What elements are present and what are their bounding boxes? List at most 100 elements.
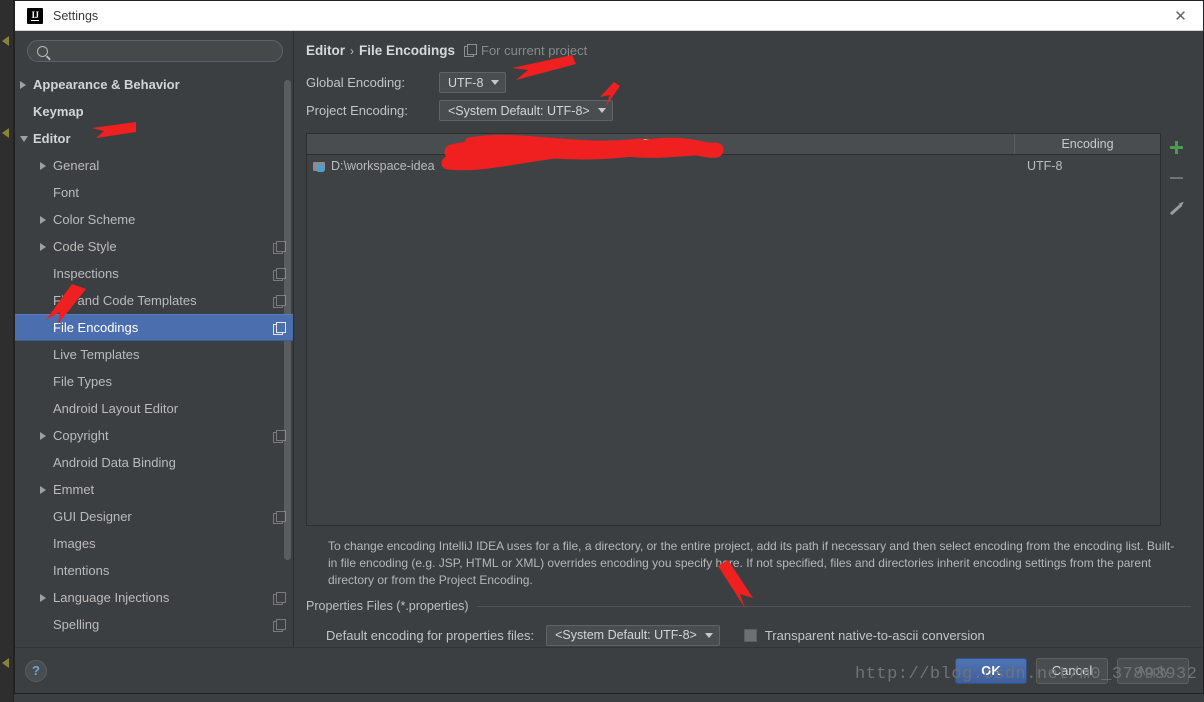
copy-settings-icon	[273, 591, 286, 605]
search-icon	[37, 45, 48, 57]
properties-files-group: Properties Files (*.properties) Default …	[306, 595, 1191, 647]
edit-path-button[interactable]	[1165, 198, 1187, 220]
sidebar-item-file-encodings[interactable]: File Encodings	[15, 314, 293, 341]
sidebar-item-inspections[interactable]: Inspections	[15, 260, 293, 287]
properties-group-legend: Properties Files (*.properties)	[306, 599, 1191, 613]
folder-module-icon	[313, 161, 326, 172]
search-box[interactable]	[27, 40, 283, 62]
table-body: D:\workspace-idea UTF-8	[307, 155, 1160, 525]
default-properties-encoding-row: Default encoding for properties files: <…	[306, 623, 1191, 647]
project-encoding-row: Project Encoding: <System Default: UTF-8…	[306, 98, 1191, 123]
chevron-right-icon[interactable]	[40, 431, 46, 440]
sidebar-item-general[interactable]: General	[15, 152, 293, 179]
search-input[interactable]	[54, 43, 273, 59]
chevron-right-icon[interactable]	[40, 161, 46, 170]
global-encoding-label: Global Encoding:	[306, 75, 406, 90]
apply-button[interactable]: Apply	[1117, 657, 1189, 684]
chevron-down-icon[interactable]	[20, 135, 28, 142]
encoding-settings-rows: Global Encoding: UTF-8 Project Encoding:…	[306, 70, 1191, 126]
global-encoding-dropdown[interactable]: UTF-8	[439, 72, 507, 93]
copy-settings-icon	[273, 429, 286, 443]
help-button[interactable]: ?	[25, 659, 47, 682]
sidebar-item-file-types[interactable]: File Types	[15, 368, 293, 395]
sidebar-item-label: File and Code Templates	[53, 293, 197, 308]
chevron-right-icon[interactable]	[40, 593, 46, 602]
path-encoding-table-area: Path Encoding D:\workspace-idea UTF-8	[306, 133, 1191, 526]
sidebar-item-spelling[interactable]: Spelling	[15, 611, 293, 638]
sort-ascending-icon	[672, 142, 679, 146]
dialog-body: Appearance & Behavior Keymap Editor General…	[15, 31, 1203, 647]
intellij-idea-logo-icon: IJ	[27, 7, 43, 24]
chevron-right-icon[interactable]	[40, 242, 46, 251]
sidebar-item-label: Images	[53, 536, 96, 551]
default-properties-encoding-value: <System Default: UTF-8>	[555, 628, 697, 642]
sidebar-item-language-injections[interactable]: Language Injections	[15, 584, 293, 611]
column-header-encoding[interactable]: Encoding	[1015, 134, 1160, 154]
sidebar-item-label: Language Injections	[53, 590, 170, 605]
sidebar-item-intentions[interactable]: Intentions	[15, 557, 293, 584]
default-properties-encoding-dropdown[interactable]: <System Default: UTF-8>	[546, 624, 720, 646]
sidebar-item-label: Android Layout Editor	[53, 401, 179, 416]
sidebar-item-label: Editor	[33, 131, 71, 146]
column-header-path-label: Path	[642, 137, 669, 151]
breadcrumb-root[interactable]: Editor	[306, 43, 345, 58]
pencil-icon	[1169, 203, 1183, 215]
default-properties-encoding-label: Default encoding for properties files:	[326, 627, 535, 643]
sidebar-item-appearance-behavior[interactable]: Appearance & Behavior	[15, 71, 293, 98]
dialog-title: Settings	[53, 8, 99, 23]
sidebar-item-label: Code Style	[53, 239, 117, 254]
sidebar-item-label: File Types	[53, 374, 113, 389]
sidebar-item-label: Intentions	[53, 563, 110, 578]
sidebar-item-file-and-code-templates[interactable]: File and Code Templates	[15, 287, 293, 314]
breadcrumb-separator: ›	[350, 43, 354, 58]
chevron-right-icon[interactable]	[40, 485, 46, 494]
project-encoding-dropdown[interactable]: <System Default: UTF-8>	[439, 100, 613, 121]
close-icon[interactable]: ✕	[1158, 1, 1203, 31]
settings-dialog: IJ Settings ✕ Appearance & Behavior Keyma…	[14, 0, 1204, 694]
transparent-conversion-checkbox[interactable]	[743, 628, 757, 642]
sidebar-item-images[interactable]: Images	[15, 530, 293, 557]
dialog-footer: ? OK Cancel Apply	[15, 647, 1203, 693]
sidebar-item-keymap[interactable]: Keymap	[15, 98, 293, 125]
sidebar-item-code-style[interactable]: Code Style	[15, 233, 293, 260]
sidebar-item-android-data-binding[interactable]: Android Data Binding	[15, 449, 293, 476]
sidebar-item-font[interactable]: Font	[15, 179, 293, 206]
sidebar-item-color-scheme[interactable]: Color Scheme	[15, 206, 293, 233]
sidebar-item-editor[interactable]: Editor	[15, 125, 293, 152]
gutter-marker-icon	[2, 36, 9, 46]
settings-tree: Appearance & Behavior Keymap Editor General…	[15, 70, 293, 647]
settings-sidebar: Appearance & Behavior Keymap Editor General…	[15, 31, 294, 647]
ok-button[interactable]: OK	[955, 657, 1027, 684]
remove-path-button[interactable]	[1165, 167, 1187, 189]
column-header-path[interactable]: Path	[307, 134, 1015, 154]
breadcrumb-leaf: File Encodings	[359, 43, 456, 58]
chevron-right-icon[interactable]	[40, 215, 46, 224]
sidebar-item-emmet[interactable]: Emmet	[15, 476, 293, 503]
sidebar-item-label: File Encodings	[53, 320, 139, 335]
sidebar-search-container	[15, 31, 293, 70]
sidebar-item-copyright[interactable]: Copyright	[15, 422, 293, 449]
path-encoding-table: Path Encoding D:\workspace-idea UTF-8	[306, 133, 1161, 526]
sidebar-item-label: Color Scheme	[53, 212, 136, 227]
sidebar-item-label: Spelling	[53, 617, 100, 632]
table-cell-encoding[interactable]: UTF-8	[1015, 159, 1160, 173]
chevron-right-icon[interactable]	[20, 80, 26, 89]
copy-settings-icon	[273, 240, 286, 254]
editor-left-gutter-strip	[0, 0, 14, 702]
sidebar-item-label: Appearance & Behavior	[33, 77, 180, 92]
project-encoding-value: <System Default: UTF-8>	[448, 103, 590, 118]
sidebar-item-android-layout-editor[interactable]: Android Layout Editor	[15, 395, 293, 422]
sidebar-item-live-templates[interactable]: Live Templates	[15, 341, 293, 368]
copy-settings-icon	[273, 267, 286, 281]
gutter-marker-icon	[2, 658, 9, 668]
add-path-button[interactable]	[1165, 136, 1187, 158]
breadcrumb: Editor › File Encodings For current proj…	[306, 41, 1191, 60]
sidebar-item-gui-designer[interactable]: GUI Designer	[15, 503, 293, 530]
table-row[interactable]: D:\workspace-idea UTF-8	[307, 155, 1160, 177]
cancel-button[interactable]: Cancel	[1036, 657, 1108, 684]
encoding-help-text: To change encoding IntelliJ IDEA uses fo…	[328, 539, 1175, 587]
transparent-conversion-checkbox-wrap[interactable]: Transparent native-to-ascii conversion	[743, 628, 985, 643]
chevron-down-icon	[491, 80, 500, 85]
desktop-background: IJ Settings ✕ Appearance & Behavior Keyma…	[0, 0, 1204, 702]
copy-settings-icon	[273, 618, 286, 632]
